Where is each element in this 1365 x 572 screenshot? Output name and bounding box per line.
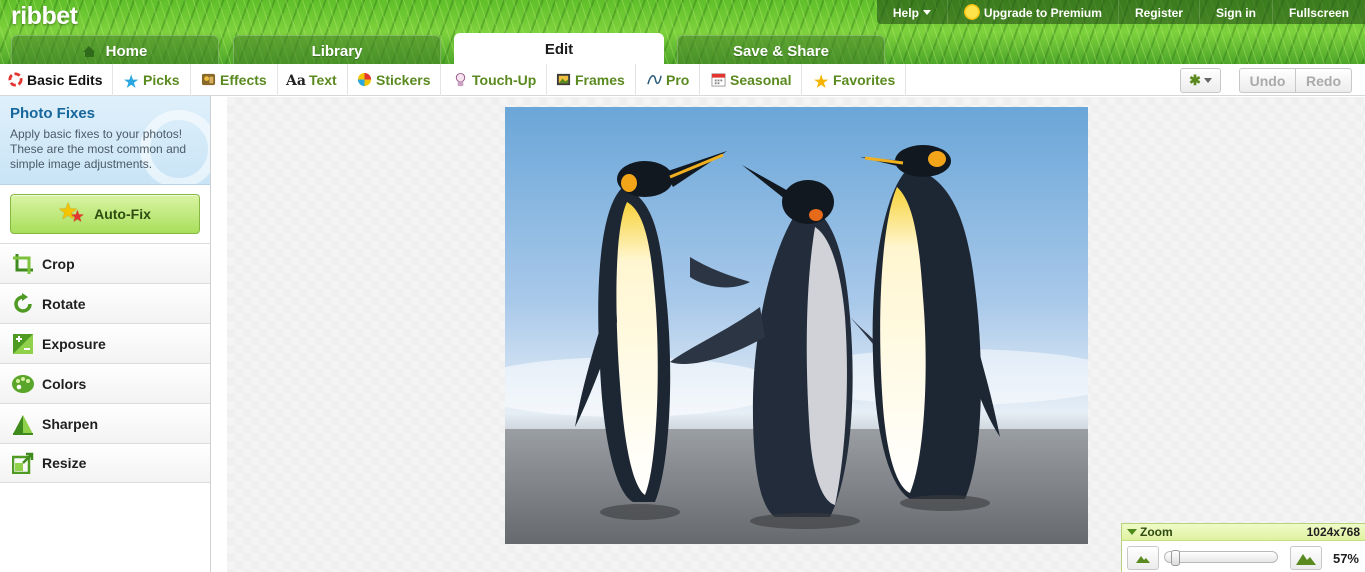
tab-edit-label: Edit [544, 41, 574, 58]
subnav-picks-label: Picks [143, 72, 180, 88]
tab-home[interactable]: Home [11, 35, 219, 64]
section-title: Photo Fixes [10, 105, 96, 122]
sub-nav: Basic Edits ★ Picks Effects Aa Text Sticke… [0, 64, 1365, 96]
mountain-large-icon [1296, 554, 1316, 565]
stickers-icon [357, 72, 372, 87]
sparkle-stars-icon: ★ ★ [59, 201, 84, 224]
zoom-label: Zoom [1140, 525, 1173, 539]
subnav-pro-label: Pro [666, 72, 690, 88]
zoom-slider[interactable] [1164, 550, 1278, 566]
mountain-small-icon [1136, 556, 1150, 563]
frames-icon [556, 73, 571, 86]
tool-colors[interactable]: Colors [0, 363, 210, 403]
effects-icon [201, 73, 216, 86]
subnav-picks[interactable]: ★ Picks [124, 64, 191, 96]
sharpen-icon [11, 413, 35, 435]
undo-button[interactable]: Undo [1239, 68, 1296, 93]
tool-colors-label: Colors [42, 375, 87, 392]
auto-fix-label: Auto-Fix [94, 206, 151, 222]
subnav-favorites-label: Favorites [833, 72, 896, 88]
exposure-icon [11, 333, 35, 355]
help-label: Help [892, 6, 919, 20]
ribbet-logo[interactable]: ribbet [11, 2, 78, 31]
sun-icon [963, 4, 980, 20]
help-menu[interactable]: Help [877, 0, 947, 24]
star-icon: ★ [814, 74, 829, 91]
tool-exposure-label: Exposure [42, 335, 106, 352]
subnav-favorites[interactable]: ★ Favorites [814, 64, 907, 96]
sign-in-link[interactable]: Sign in [1198, 0, 1272, 24]
subnav-effects[interactable]: Effects [201, 64, 278, 96]
tools-sidebar: Photo Fixes Apply basic fixes to your ph… [0, 96, 211, 572]
tab-home-label: Home [105, 43, 148, 60]
calendar-icon [711, 73, 726, 87]
chevron-down-icon [1203, 78, 1212, 83]
redo-button[interactable]: Redo [1295, 68, 1352, 93]
zoom-out-button[interactable] [1127, 546, 1159, 570]
subnav-frames[interactable]: Frames [556, 64, 636, 96]
register-link[interactable]: Register [1117, 0, 1199, 24]
home-icon [82, 46, 96, 57]
zoom-header[interactable]: Zoom 1024x768 [1122, 524, 1365, 541]
canvas-gutter [211, 97, 227, 572]
tab-edit[interactable]: Edit [454, 33, 664, 64]
resize-icon [11, 452, 35, 474]
subnav-seasonal[interactable]: Seasonal [711, 64, 803, 96]
tool-crop[interactable]: Crop [0, 243, 210, 283]
tab-library-label: Library [311, 43, 363, 60]
subnav-frames-label: Frames [575, 72, 625, 88]
subnav-touch-up-label: Touch-Up [472, 72, 537, 88]
crop-icon [11, 253, 35, 275]
palette-icon [11, 373, 35, 395]
zoom-panel: Zoom 1024x768 57% [1121, 523, 1365, 572]
subnav-basic-edits-label: Basic Edits [27, 72, 103, 88]
star-icon: ★ [124, 74, 139, 91]
tool-exposure[interactable]: Exposure [0, 323, 210, 363]
rotate-icon [11, 292, 35, 315]
zoom-slider-thumb[interactable] [1171, 550, 1180, 566]
auto-fix-button[interactable]: ★ ★ Auto-Fix [10, 194, 200, 234]
upgrade-label: Upgrade to Premium [983, 6, 1102, 20]
subnav-stickers[interactable]: Stickers [357, 64, 442, 96]
pro-curve-icon [647, 75, 662, 85]
subnav-pro[interactable]: Pro [647, 64, 701, 96]
subnav-stickers-label: Stickers [376, 72, 431, 88]
tab-save-share-label: Save & Share [733, 43, 829, 60]
tab-save-share[interactable]: Save & Share [677, 35, 885, 64]
tool-sharpen-label: Sharpen [42, 415, 99, 432]
tool-rotate[interactable]: Rotate [0, 283, 210, 323]
tool-resize[interactable]: Resize [0, 443, 210, 483]
text-icon: Aa [286, 73, 306, 89]
subnav-seasonal-label: Seasonal [730, 72, 792, 88]
collapse-triangle-icon [1127, 529, 1137, 535]
basic-edits-icon [8, 72, 23, 87]
subnav-effects-label: Effects [220, 72, 267, 88]
tool-sharpen[interactable]: Sharpen [0, 403, 210, 443]
image-dimensions: 1024x768 [1306, 525, 1360, 539]
touch-up-icon [455, 72, 466, 87]
subnav-touch-up[interactable]: Touch-Up [453, 64, 548, 96]
main-tabs: Home Library Edit Save & Share [0, 33, 1365, 64]
photo-fixes-panel: Photo Fixes Apply basic fixes to your ph… [0, 96, 210, 185]
fullscreen-link[interactable]: Fullscreen [1271, 0, 1365, 24]
photo-image[interactable] [505, 107, 1088, 544]
tool-crop-label: Crop [42, 255, 75, 272]
chevron-down-icon [922, 10, 931, 15]
subnav-text-label: Text [308, 72, 337, 88]
zoom-in-button[interactable] [1290, 546, 1322, 570]
section-description: Apply basic fixes to your photos! These … [10, 127, 187, 171]
upgrade-premium-link[interactable]: Upgrade to Premium [946, 0, 1118, 24]
tool-resize-label: Resize [42, 455, 87, 471]
header-banner: ribbet Help Upgrade to Premium Register … [0, 0, 1365, 64]
subnav-text[interactable]: Aa Text [286, 64, 348, 96]
top-nav: Help Upgrade to Premium Register Sign in… [876, 0, 1365, 24]
zoom-percent: 57% [1332, 551, 1359, 566]
tab-library[interactable]: Library [233, 35, 441, 64]
tool-rotate-label: Rotate [42, 295, 86, 312]
subnav-basic-edits[interactable]: Basic Edits [8, 64, 114, 96]
settings-menu-button[interactable]: ✱ [1180, 68, 1221, 93]
gear-icon: ✱ [1189, 72, 1201, 88]
